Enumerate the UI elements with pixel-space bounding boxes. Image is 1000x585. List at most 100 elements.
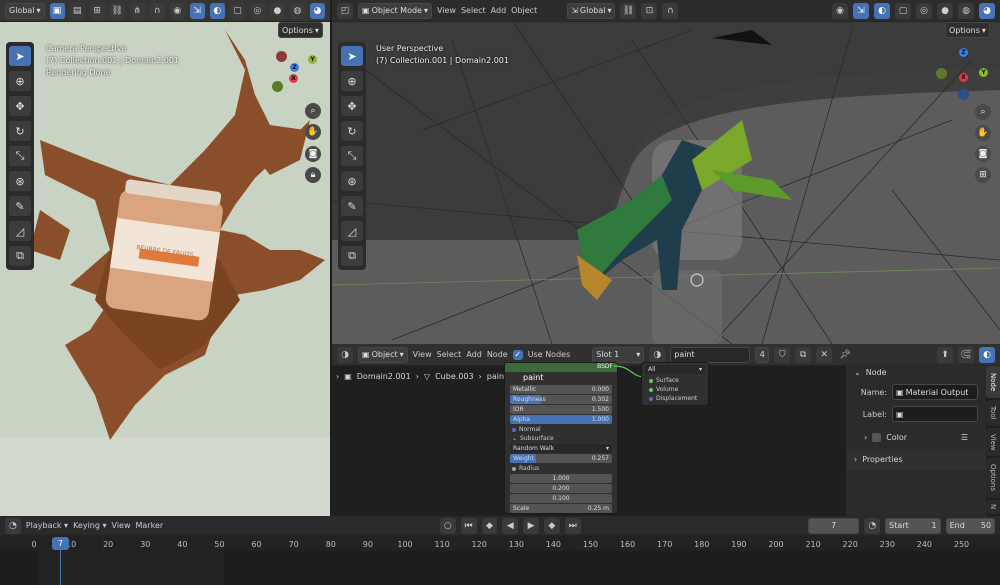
use-nodes-checkbox[interactable]: ✓ Use Nodes — [512, 349, 570, 360]
editor-type-icon[interactable]: ◑ — [337, 346, 353, 363]
radius-z-field[interactable]: 0.100 — [510, 494, 612, 503]
menu-playback[interactable]: Playback ▾ — [26, 521, 68, 530]
subsurface-method-dropdown[interactable]: Random Walk ▾ — [510, 444, 612, 453]
right-orientation-dropdown[interactable]: ⇲ Global ▾ — [567, 2, 616, 19]
gizmo-neg-y[interactable] — [936, 68, 947, 79]
play-icon[interactable]: ▶ — [523, 517, 539, 534]
pivot-icon[interactable]: ⋔ — [129, 2, 145, 19]
material-shading-icon[interactable]: ◍ — [958, 2, 974, 19]
gizmo-icon[interactable]: ⇲ — [189, 2, 205, 19]
surface-socket[interactable]: Surface — [642, 376, 708, 385]
solid-shading-icon[interactable]: ● — [937, 2, 953, 19]
pan-hand-icon[interactable]: ✋ — [975, 125, 991, 141]
node-name-field[interactable]: ▣ Material Output — [892, 384, 978, 400]
tab-n[interactable]: N — [986, 500, 1000, 514]
pan-hand-icon[interactable]: ✋ — [305, 124, 321, 140]
material-output-node[interactable]: All ▾ Surface Volume Displacement — [641, 362, 709, 406]
visibility-eye-icon[interactable]: ◉ — [832, 2, 848, 19]
left-options-button[interactable]: Options ▾ — [278, 22, 323, 38]
annotate-tool-icon[interactable]: ✎ — [9, 196, 31, 216]
next-key-icon[interactable]: ◆ — [543, 517, 560, 534]
current-frame-field[interactable]: 7 — [807, 517, 860, 534]
menu-add[interactable]: Add — [491, 6, 507, 15]
properties-panel-header[interactable]: › Properties — [846, 449, 986, 470]
gizmo-y-axis[interactable]: Y — [308, 55, 317, 64]
annotate-tool-icon[interactable]: ✎ — [341, 196, 363, 216]
metallic-field[interactable]: Metallic 0.000 — [510, 385, 612, 394]
lock-camera-icon[interactable]: 🔒︎ — [305, 167, 321, 183]
radius-x-field[interactable]: 1.000 — [510, 474, 612, 483]
parent-node-icon[interactable]: ⬆ — [937, 346, 953, 363]
scale-field[interactable]: Scale 0.25 m — [510, 504, 612, 513]
pivot-point-icon[interactable]: ⛓ — [620, 2, 637, 19]
tab-node[interactable]: Node — [986, 366, 1000, 398]
roughness-field[interactable]: Roughness 0.302 — [510, 395, 612, 404]
add-cube-tool-icon[interactable]: ⧉ — [341, 246, 363, 266]
gizmo-x-axis[interactable]: X — [289, 74, 298, 83]
node-label-field[interactable]: ▣ — [892, 406, 978, 422]
clock-icon[interactable]: ◔ — [5, 517, 21, 534]
checkbox-checked-icon[interactable]: ✓ — [512, 349, 523, 360]
visibility-icon[interactable]: ◉ — [169, 2, 185, 19]
record-icon[interactable]: ○ — [439, 517, 456, 534]
menu-view[interactable]: View — [413, 350, 432, 359]
snap-icon[interactable]: ⊞ — [89, 2, 105, 19]
fake-user-icon[interactable]: ⛉ — [774, 346, 791, 363]
menu-view[interactable]: View — [437, 6, 456, 15]
camera-view-icon[interactable]: ◙ — [975, 146, 991, 162]
menu-view[interactable]: View — [112, 521, 131, 530]
transform-tool-icon[interactable]: ⊛ — [341, 171, 363, 191]
color-label[interactable]: Color — [886, 433, 907, 442]
measure-tool-icon[interactable]: ◿ — [341, 221, 363, 241]
gizmo-z-axis[interactable]: Z — [290, 63, 299, 72]
zoom-icon[interactable]: ⌕ — [305, 103, 321, 119]
rotate-tool-icon[interactable]: ↻ — [341, 121, 363, 141]
play-reverse-icon[interactable]: ◀ — [502, 517, 519, 534]
displacement-socket[interactable]: Displacement — [642, 394, 708, 403]
select-mode-icon[interactable]: ▤ — [69, 2, 85, 19]
subsurface-panel[interactable]: ⌄ Subsurface — [505, 434, 617, 443]
breadcrumb-mesh[interactable]: Cube.003 — [435, 372, 473, 381]
jump-end-icon[interactable]: ⏭ — [564, 517, 581, 534]
overlay-icon[interactable]: ◐ — [209, 2, 225, 19]
right-options-button[interactable]: Options ▾ — [945, 22, 990, 38]
tab-view[interactable]: View — [986, 428, 1000, 456]
material-name-field[interactable]: paint — [670, 346, 751, 363]
rendered-shading-icon[interactable]: ◕ — [979, 2, 995, 19]
volume-socket[interactable]: Volume — [642, 385, 708, 394]
grid-view-icon[interactable]: ⊞ — [975, 167, 991, 183]
shading-solid-icon[interactable]: ● — [269, 2, 285, 19]
xray-icon[interactable]: ▢ — [229, 2, 245, 19]
rotate-tool-icon[interactable]: ↻ — [9, 121, 31, 141]
user-count[interactable]: 4 — [755, 346, 770, 363]
menu-select[interactable]: Select — [437, 350, 462, 359]
color-checkbox[interactable] — [872, 433, 882, 442]
list-icon[interactable]: ☰ — [961, 433, 968, 442]
cursor-tool-icon[interactable]: ⊕ — [341, 71, 363, 91]
end-frame-field[interactable]: End 50 — [945, 517, 996, 534]
pin-icon[interactable]: 📌︎ — [837, 347, 853, 363]
mode-dropdown[interactable]: ▣ Object Mode ▾ — [358, 2, 432, 19]
subsurface-weight-field[interactable]: Weight 0.257 — [510, 454, 612, 463]
snap-node-icon[interactable]: 🧲︎ — [958, 346, 974, 363]
gizmo-toggle-icon[interactable]: ⇲ — [853, 2, 869, 19]
menu-object[interactable]: Object — [511, 6, 537, 15]
select-tool-icon[interactable]: ➤ — [341, 46, 363, 66]
preview-range-icon[interactable]: ◔ — [864, 517, 881, 534]
shading-material-icon[interactable]: ◍ — [289, 2, 305, 19]
gizmo-neg-x[interactable] — [276, 51, 287, 62]
measure-tool-icon[interactable]: ◿ — [9, 221, 31, 241]
select-box-icon[interactable]: ▣ — [49, 2, 65, 19]
gizmo-neg-y[interactable] — [272, 81, 283, 92]
node-panel-header[interactable]: ⌄ Node — [846, 364, 986, 381]
scale-tool-icon[interactable]: ⤡ — [9, 146, 31, 166]
gizmo-z-axis[interactable]: Z — [959, 48, 968, 57]
menu-node[interactable]: Node — [487, 350, 508, 359]
move-tool-icon[interactable]: ✥ — [341, 96, 363, 116]
add-cube-tool-icon[interactable]: ⧉ — [9, 246, 31, 266]
gizmo-y-axis[interactable]: Y — [979, 68, 988, 77]
prev-key-icon[interactable]: ◆ — [481, 517, 498, 534]
output-target-dropdown[interactable]: All ▾ — [645, 365, 705, 374]
scale-tool-icon[interactable]: ⤡ — [341, 146, 363, 166]
shading-wire-icon[interactable]: ◎ — [249, 2, 265, 19]
